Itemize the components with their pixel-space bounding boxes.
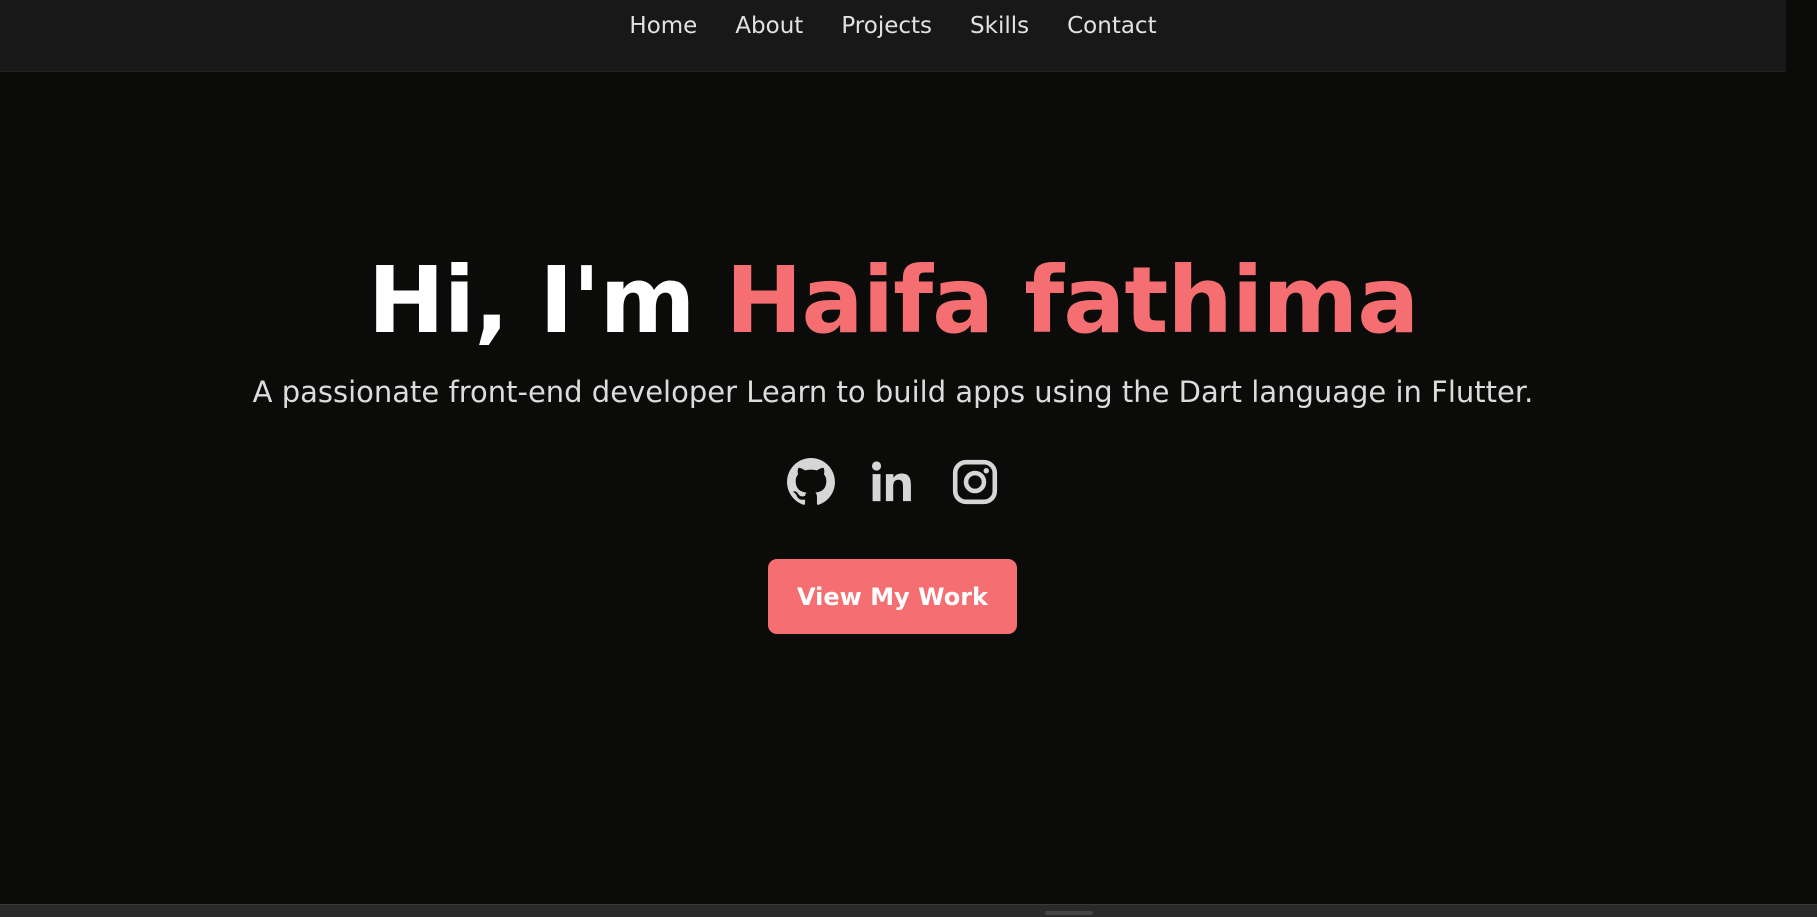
nav-link-about[interactable]: About	[735, 13, 803, 39]
nav-link-projects[interactable]: Projects	[841, 13, 932, 39]
nav-link-home[interactable]: Home	[629, 13, 697, 39]
hero-title: Hi, I'm Haifa fathima	[0, 246, 1786, 356]
linkedin-link[interactable]	[868, 457, 918, 507]
page: Home About Projects Skills Contact Hi, I…	[0, 0, 1817, 917]
scrollbar-track[interactable]	[1786, 0, 1817, 905]
instagram-icon	[952, 459, 998, 505]
nav-link-contact[interactable]: Contact	[1067, 13, 1156, 39]
hero-name: Haifa fathima	[725, 247, 1420, 354]
nav-links: Home About Projects Skills Contact	[0, 0, 1786, 52]
navbar: Home About Projects Skills Contact	[0, 0, 1817, 72]
hero-subtitle: A passionate front-end developer Learn t…	[252, 375, 1534, 409]
social-links	[0, 452, 1786, 512]
view-my-work-button[interactable]: View My Work	[768, 559, 1017, 634]
linkedin-icon	[871, 461, 911, 502]
scrollbar-thumb[interactable]	[1045, 911, 1093, 915]
instagram-link[interactable]	[950, 457, 1000, 507]
hero-section: Hi, I'm Haifa fathima A passionate front…	[0, 71, 1786, 907]
github-link[interactable]	[786, 457, 836, 507]
hero-greeting: Hi, I'm	[367, 247, 726, 354]
github-icon	[787, 458, 835, 505]
nav-link-skills[interactable]: Skills	[970, 13, 1029, 39]
horizontal-scrollbar[interactable]	[0, 904, 1817, 917]
